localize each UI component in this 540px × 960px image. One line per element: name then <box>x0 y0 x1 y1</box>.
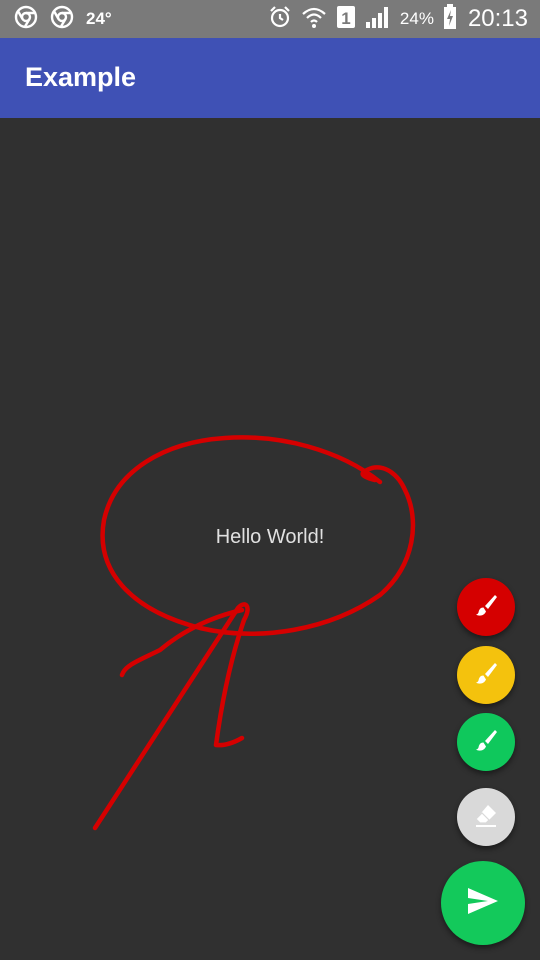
chrome-icon <box>50 5 74 34</box>
wifi-icon <box>301 5 327 34</box>
sim-1-icon: 1 <box>336 5 356 34</box>
yellow-brush-button[interactable] <box>457 646 515 704</box>
brush-icon <box>473 727 499 758</box>
temperature-label: 24° <box>86 9 112 28</box>
chrome-icon <box>14 5 38 34</box>
battery-percent: 24% <box>399 9 434 28</box>
status-bar: 24° 1 24% 20:13 <box>0 0 540 38</box>
clock: 20:13 <box>467 5 528 32</box>
hello-text: Hello World! <box>215 526 325 548</box>
app-title: Example <box>25 62 137 92</box>
red-brush-button[interactable] <box>457 578 515 636</box>
brush-icon <box>473 660 499 691</box>
brush-icon <box>473 592 499 623</box>
eraser-button[interactable] <box>457 788 515 846</box>
alarm-icon <box>268 5 292 34</box>
green-brush-button[interactable] <box>457 713 515 771</box>
signal-icon <box>365 5 391 34</box>
svg-text:1: 1 <box>341 9 350 28</box>
send-button[interactable] <box>441 861 525 945</box>
app-bar: Example <box>0 38 540 118</box>
eraser-icon <box>472 802 500 833</box>
battery-charging-icon <box>443 3 457 35</box>
send-icon <box>466 886 500 921</box>
